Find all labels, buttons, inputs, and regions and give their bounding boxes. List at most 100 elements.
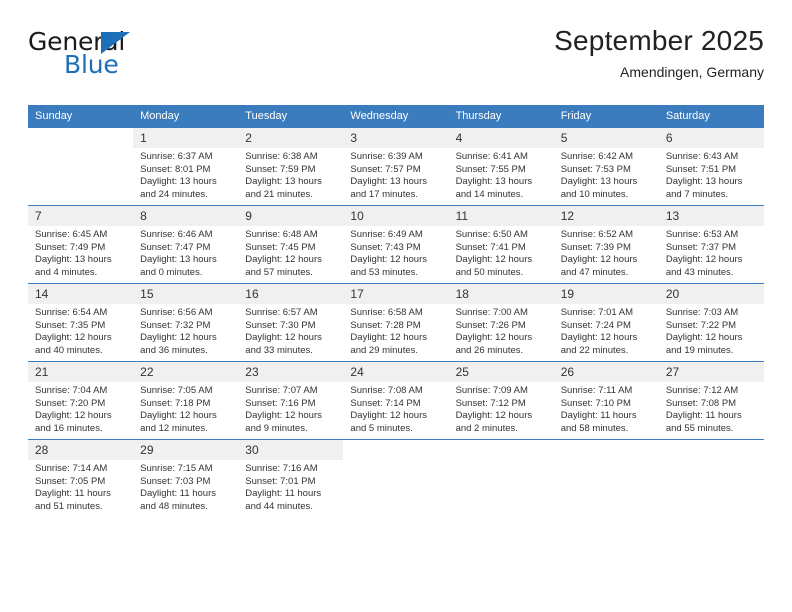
day-sun-info: Sunrise: 6:50 AM Sunset: 7:41 PM Daylight:… (449, 226, 554, 279)
day-number: 18 (448, 284, 554, 304)
calendar-day-cell[interactable]: 2 Sunrise: 6:38 AM Sunset: 7:59 PM Daylight… (238, 127, 344, 206)
sunrise-text: Sunrise: 6:45 AM (35, 229, 108, 240)
calendar-day-cell[interactable]: 24 Sunrise: 7:08 AM Sunset: 7:14 PM Dayligh… (343, 361, 449, 440)
calendar-day-cell[interactable]: 29 Sunrise: 7:15 AM Sunset: 7:03 PM Dayligh… (133, 439, 239, 517)
calendar-day-cell[interactable]: 18 Sunrise: 7:00 AM Sunset: 7:26 PM Dayligh… (448, 283, 554, 362)
calendar-week-row: 7 Sunrise: 6:45 AM Sunset: 7:49 PM Daylight… (28, 205, 764, 284)
day-number: 4 (448, 128, 554, 148)
calendar-day-cell[interactable]: 30 Sunrise: 7:16 AM Sunset: 7:01 PM Dayligh… (238, 439, 344, 517)
sunrise-text: Sunrise: 6:50 AM (455, 229, 528, 240)
sunset-text: Sunset: 7:14 PM (350, 397, 421, 409)
calendar-day-cell[interactable]: 25 Sunrise: 7:09 AM Sunset: 7:12 PM Dayligh… (448, 361, 554, 440)
sunrise-text: Sunrise: 6:38 AM (245, 151, 318, 162)
general-blue-logo[interactable]: General Blue (28, 28, 188, 86)
day-sun-info: Sunrise: 7:07 AM Sunset: 7:16 PM Daylight:… (238, 382, 343, 435)
calendar-day-cell[interactable]: 27 Sunrise: 7:12 AM Sunset: 7:08 PM Dayligh… (658, 361, 764, 440)
title-block: September 2025 Amendingen, Germany (554, 24, 764, 82)
sunrise-text: Sunrise: 6:39 AM (350, 151, 423, 162)
day-number: 3 (343, 128, 449, 148)
sunrise-text: Sunrise: 7:11 AM (560, 385, 633, 396)
calendar-day-cell[interactable]: 6 Sunrise: 6:43 AM Sunset: 7:51 PM Daylight… (658, 127, 764, 206)
calendar-day-cell[interactable]: 28 Sunrise: 7:14 AM Sunset: 7:05 PM Dayligh… (28, 439, 134, 517)
calendar-day-cell[interactable]: 19 Sunrise: 7:01 AM Sunset: 7:24 PM Dayligh… (553, 283, 659, 362)
calendar-day-cell[interactable]: 10 Sunrise: 6:49 AM Sunset: 7:43 PM Dayligh… (343, 205, 449, 284)
sunset-text: Sunset: 7:08 PM (665, 397, 737, 409)
calendar-day-cell[interactable]: 23 Sunrise: 7:07 AM Sunset: 7:16 PM Dayligh… (238, 361, 344, 440)
sunset-text: Sunset: 7:45 PM (245, 241, 316, 253)
calendar-day-cell[interactable]: 12 Sunrise: 6:52 AM Sunset: 7:39 PM Dayligh… (553, 205, 659, 284)
calendar-day-cell[interactable]: 26 Sunrise: 7:11 AM Sunset: 7:10 PM Dayligh… (553, 361, 659, 440)
day-sun-info: Sunrise: 6:41 AM Sunset: 7:55 PM Daylight:… (449, 148, 554, 201)
sunrise-text: Sunrise: 6:42 AM (560, 151, 634, 162)
day-sun-info: Sunrise: 6:46 AM Sunset: 7:47 PM Daylight:… (133, 226, 238, 279)
sunset-text: Sunset: 7:12 PM (455, 397, 526, 409)
sunset-text: Sunset: 7:18 PM (140, 397, 211, 409)
daylight-text: Daylight: 13 hours and 17 minutes. (350, 176, 427, 200)
day-number: 29 (133, 440, 239, 460)
sunrise-text: Sunrise: 7:04 AM (35, 385, 108, 396)
day-sun-info: Sunrise: 6:43 AM Sunset: 7:51 PM Daylight:… (659, 148, 764, 201)
calendar-day-cell[interactable]: 15 Sunrise: 6:56 AM Sunset: 7:32 PM Dayligh… (133, 283, 239, 362)
sunrise-text: Sunrise: 6:53 AM (665, 229, 739, 240)
daylight-text: Daylight: 11 hours and 48 minutes. (140, 488, 217, 512)
daylight-text: Daylight: 12 hours and 57 minutes. (245, 254, 322, 278)
calendar-day-cell[interactable]: 22 Sunrise: 7:05 AM Sunset: 7:18 PM Dayligh… (133, 361, 239, 440)
daylight-text: Daylight: 12 hours and 9 minutes. (245, 410, 322, 434)
day-sun-info: Sunrise: 7:16 AM Sunset: 7:01 PM Daylight:… (238, 460, 343, 513)
calendar-day-cell[interactable]: 4 Sunrise: 6:41 AM Sunset: 7:55 PM Daylight… (448, 127, 554, 206)
weekday-header-saturday: Saturday (658, 105, 764, 128)
calendar-day-cell[interactable]: 11 Sunrise: 6:50 AM Sunset: 7:41 PM Dayligh… (448, 205, 554, 284)
calendar-day-cell[interactable]: 7 Sunrise: 6:45 AM Sunset: 7:49 PM Daylight… (28, 205, 134, 284)
day-sun-info: Sunrise: 6:54 AM Sunset: 7:35 PM Daylight:… (28, 304, 133, 357)
day-number: 25 (448, 362, 554, 382)
month-calendar: Sunday Monday Tuesday Wednesday Thursday Frid… (28, 105, 764, 517)
sunset-text: Sunset: 7:24 PM (560, 319, 631, 331)
calendar-day-cell[interactable]: 8 Sunrise: 6:46 AM Sunset: 7:47 PM Daylight… (133, 205, 239, 284)
sunset-text: Sunset: 7:28 PM (350, 319, 421, 331)
day-number: 14 (28, 284, 134, 304)
sunset-text: Sunset: 7:47 PM (140, 241, 211, 253)
sunrise-text: Sunrise: 7:12 AM (665, 385, 739, 396)
daylight-text: Daylight: 13 hours and 4 minutes. (35, 254, 112, 278)
calendar-week-row: 1 Sunrise: 6:37 AM Sunset: 8:01 PM Daylight… (28, 127, 764, 206)
daylight-text: Daylight: 12 hours and 19 minutes. (665, 332, 743, 356)
calendar-day-cell-empty (658, 439, 764, 517)
sunrise-text: Sunrise: 6:46 AM (140, 229, 213, 240)
day-sun-info: Sunrise: 7:00 AM Sunset: 7:26 PM Daylight:… (449, 304, 554, 357)
day-number: 17 (343, 284, 449, 304)
sunset-text: Sunset: 7:03 PM (140, 475, 211, 487)
day-number: 9 (238, 206, 344, 226)
day-number: 28 (28, 440, 134, 460)
sunrise-text: Sunrise: 6:41 AM (455, 151, 528, 162)
day-number: 11 (448, 206, 554, 226)
calendar-day-cell[interactable]: 1 Sunrise: 6:37 AM Sunset: 8:01 PM Daylight… (133, 127, 239, 206)
day-sun-info: Sunrise: 6:37 AM Sunset: 8:01 PM Daylight:… (133, 148, 238, 201)
sunrise-text: Sunrise: 6:57 AM (245, 307, 318, 318)
day-number: 10 (343, 206, 449, 226)
calendar-day-cell[interactable]: 20 Sunrise: 7:03 AM Sunset: 7:22 PM Dayligh… (658, 283, 764, 362)
calendar-day-cell[interactable]: 14 Sunrise: 6:54 AM Sunset: 7:35 PM Dayligh… (28, 283, 134, 362)
calendar-day-cell[interactable]: 16 Sunrise: 6:57 AM Sunset: 7:30 PM Dayligh… (238, 283, 344, 362)
calendar-day-cell-empty (343, 439, 449, 517)
day-sun-info: Sunrise: 7:08 AM Sunset: 7:14 PM Daylight:… (343, 382, 448, 435)
sunset-text: Sunset: 7:30 PM (245, 319, 316, 331)
daylight-text: Daylight: 13 hours and 10 minutes. (560, 176, 638, 200)
day-sun-info: Sunrise: 6:58 AM Sunset: 7:28 PM Daylight:… (343, 304, 448, 357)
sunset-text: Sunset: 7:59 PM (245, 163, 316, 175)
calendar-day-cell[interactable]: 9 Sunrise: 6:48 AM Sunset: 7:45 PM Daylight… (238, 205, 344, 284)
daylight-text: Daylight: 13 hours and 7 minutes. (665, 176, 743, 200)
calendar-day-cell[interactable]: 13 Sunrise: 6:53 AM Sunset: 7:37 PM Dayligh… (658, 205, 764, 284)
day-sun-info: Sunrise: 7:03 AM Sunset: 7:22 PM Daylight:… (659, 304, 764, 357)
day-sun-info: Sunrise: 6:56 AM Sunset: 7:32 PM Daylight:… (133, 304, 238, 357)
daylight-text: Daylight: 12 hours and 26 minutes. (455, 332, 533, 356)
day-number: 21 (28, 362, 134, 382)
sunset-text: Sunset: 7:32 PM (140, 319, 211, 331)
sunrise-text: Sunrise: 6:43 AM (665, 151, 739, 162)
calendar-day-cell[interactable]: 3 Sunrise: 6:39 AM Sunset: 7:57 PM Daylight… (343, 127, 449, 206)
daylight-text: Daylight: 11 hours and 55 minutes. (665, 410, 742, 434)
daylight-text: Daylight: 12 hours and 53 minutes. (350, 254, 427, 278)
calendar-day-cell[interactable]: 5 Sunrise: 6:42 AM Sunset: 7:53 PM Daylight… (553, 127, 659, 206)
sunrise-text: Sunrise: 7:00 AM (455, 307, 528, 318)
calendar-day-cell[interactable]: 21 Sunrise: 7:04 AM Sunset: 7:20 PM Dayligh… (28, 361, 134, 440)
calendar-day-cell[interactable]: 17 Sunrise: 6:58 AM Sunset: 7:28 PM Dayligh… (343, 283, 449, 362)
